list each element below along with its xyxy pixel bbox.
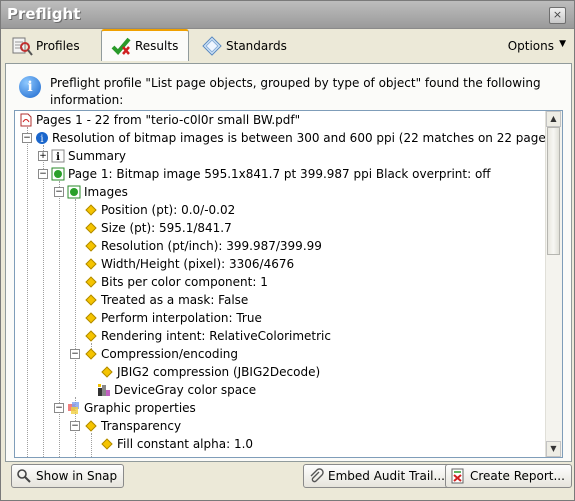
results-tree[interactable]: Pages 1 - 22 from "terio-c0l0r small BW.…	[14, 110, 563, 458]
bullet-icon	[85, 276, 97, 288]
create-report-label: Create Report...	[470, 469, 565, 483]
window-title: Preflight	[7, 5, 81, 23]
collapse-toggle[interactable]: −	[38, 169, 48, 179]
tab-profiles[interactable]: Profiles	[11, 31, 80, 61]
page-icon	[51, 167, 65, 181]
profiles-icon	[11, 35, 33, 57]
scroll-down-button[interactable]: ▼	[546, 441, 561, 457]
collapse-toggle[interactable]: −	[70, 349, 80, 359]
tree-node-label: Perform interpolation: True	[101, 311, 262, 325]
tree-node-label: Width/Height (pixel): 3306/4676	[101, 257, 295, 271]
bullet-icon	[101, 366, 113, 378]
tree-node-label: Fill constant alpha: 1.0	[117, 437, 254, 451]
tree-node-label: Summary	[68, 149, 126, 163]
bullet-icon	[85, 258, 97, 270]
bullet-icon	[85, 294, 97, 306]
bullet-icon	[85, 204, 97, 216]
magnifier-icon	[16, 468, 32, 484]
tree-node-label: Images	[84, 185, 128, 199]
dropdown-arrow-icon: ▼	[559, 39, 566, 49]
options-menu[interactable]: Options ▼	[507, 39, 566, 53]
tab-standards[interactable]: Standards	[201, 31, 287, 61]
tree-node-label: Size (pt): 595.1/841.7	[101, 221, 232, 235]
bullet-icon	[85, 222, 97, 234]
tab-bar: Profiles Results Standards Options ▼	[1, 29, 574, 63]
tab-profiles-label: Profiles	[36, 39, 80, 53]
tree-node-label: Treated as a mask: False	[101, 293, 249, 307]
results-panel: i Preflight profile "List page objects, …	[5, 63, 572, 462]
bullet-icon	[85, 240, 97, 252]
bullet-icon	[85, 312, 97, 324]
tree-node-label: Pages 1 - 22 from "terio-c0l0r small BW.…	[36, 113, 301, 127]
image-icon	[67, 185, 81, 199]
report-icon	[450, 468, 466, 484]
tree-node-label: Graphic properties	[84, 401, 196, 415]
tree-node-label: DeviceGray color space	[114, 383, 257, 397]
collapse-toggle[interactable]: −	[54, 187, 64, 197]
pdf-file-icon	[19, 113, 33, 127]
bullet-icon	[101, 438, 113, 450]
tab-standards-label: Standards	[226, 39, 287, 53]
info-circle-icon: i	[35, 131, 49, 145]
close-button[interactable]: ×	[549, 7, 566, 24]
tree-node-label: Resolution (pt/inch): 399.987/399.99	[101, 239, 322, 253]
title-bar[interactable]: Preflight ×	[1, 1, 574, 29]
paperclip-icon	[308, 468, 324, 484]
preflight-window: Preflight × Profiles Results Standards O…	[0, 0, 575, 501]
tree-node-label: Rendering intent: RelativeColorimetric	[101, 329, 331, 343]
collapse-toggle[interactable]: −	[70, 421, 80, 431]
collapse-toggle[interactable]: −	[54, 403, 64, 413]
show-in-snap-label: Show in Snap	[36, 469, 118, 483]
create-report-button[interactable]: Create Report...	[445, 464, 572, 488]
info-message: Preflight profile "List page objects, gr…	[50, 76, 541, 107]
options-label: Options	[507, 39, 554, 53]
expand-toggle[interactable]: +	[38, 151, 48, 161]
tree-node-label: Page 1: Bitmap image 595.1x841.7 pt 399.…	[68, 167, 491, 181]
scroll-up-button[interactable]: ▲	[546, 111, 561, 127]
tab-results-label: Results	[135, 39, 179, 53]
info-icon: i	[19, 76, 41, 98]
bullet-icon	[85, 348, 97, 360]
show-in-snap-button[interactable]: Show in Snap	[11, 464, 125, 488]
tree-node-label: Compression/encoding	[101, 347, 239, 361]
tree-node-label: Position (pt): 0.0/-0.02	[101, 203, 236, 217]
tree-node-label: Bits per color component: 1	[101, 275, 268, 289]
standards-icon	[201, 35, 223, 57]
embed-audit-trail-label: Embed Audit Trail...	[328, 469, 445, 483]
colorspace-icon	[97, 383, 111, 397]
checkmark-icon	[110, 35, 132, 57]
svg-text:i: i	[40, 134, 43, 145]
tree-node-label: Resolution of bitmap images is between 3…	[52, 131, 545, 145]
info-icon: i	[51, 149, 65, 163]
tree-node-label: JBIG2 compression (JBIG2Decode)	[117, 365, 321, 379]
svg-text:i: i	[56, 152, 60, 163]
scroll-thumb[interactable]	[547, 127, 560, 255]
bullet-icon	[85, 330, 97, 342]
bullet-icon	[85, 420, 97, 432]
tree-node-label: Transparency	[101, 419, 182, 433]
collapse-toggle[interactable]: −	[22, 133, 32, 143]
tab-results[interactable]: Results	[101, 29, 189, 61]
embed-audit-trail-button[interactable]: Embed Audit Trail...	[303, 464, 452, 488]
vertical-scrollbar[interactable]: ▲ ▼	[545, 111, 562, 457]
graphic-properties-icon	[67, 401, 81, 415]
